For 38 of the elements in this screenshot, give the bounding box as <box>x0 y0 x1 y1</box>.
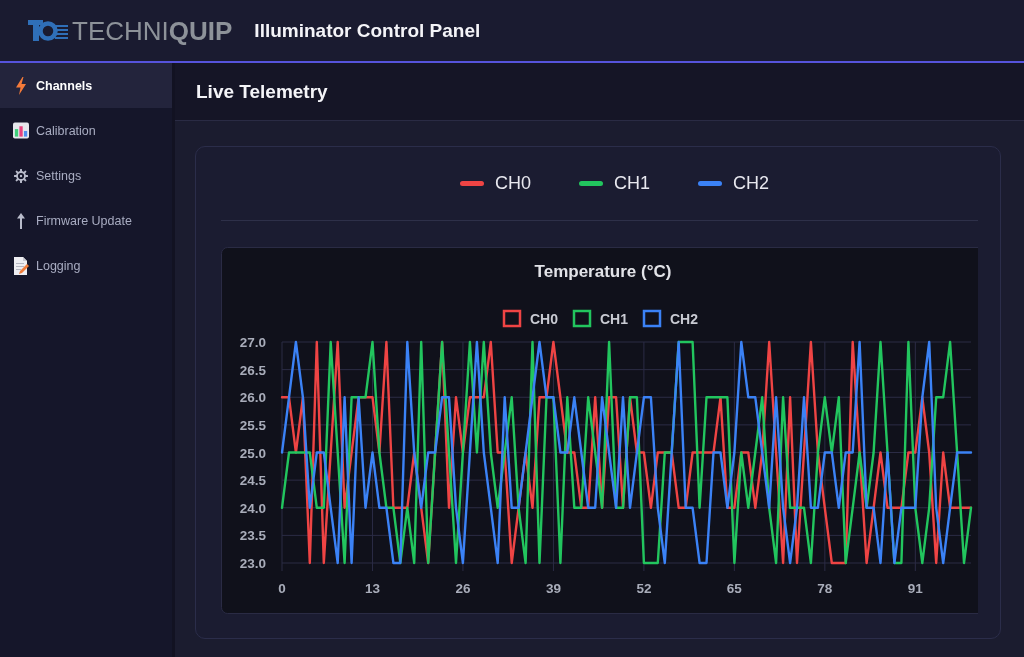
x-axis-label: 39 <box>545 581 561 596</box>
y-axis-label: 26.0 <box>239 390 266 406</box>
y-axis-label: 27.0 <box>239 335 266 350</box>
y-axis-label: 25.0 <box>239 445 266 461</box>
document-pencil-icon <box>13 256 29 275</box>
sidebar-item[interactable]: Settings <box>0 153 172 198</box>
y-axis-label: 25.5 <box>239 417 266 433</box>
logo-icon <box>28 18 68 43</box>
y-axis-label: 24.0 <box>239 500 266 516</box>
legend-label: CH0 <box>494 172 531 194</box>
x-axis-label: 0 <box>278 581 286 596</box>
y-axis-label: 23.0 <box>239 556 266 571</box>
y-axis-label: 26.5 <box>239 362 266 378</box>
legend-label: CH1 <box>600 311 628 327</box>
x-axis-label: 65 <box>726 581 742 596</box>
legend-label: CH2 <box>733 172 769 194</box>
sidebar-item[interactable]: Calibration <box>0 108 172 153</box>
bar-chart-icon <box>13 122 29 139</box>
x-axis-label: 52 <box>636 581 652 596</box>
legend-label: CH0 <box>530 311 558 327</box>
logo-text: TECHNIQUIP <box>72 17 233 44</box>
sidebar-item[interactable]: Logging <box>0 243 172 288</box>
chart-title: Temperature (°C) <box>534 262 672 281</box>
legend-label: CH2 <box>670 311 698 327</box>
page-title: Live Telemetry <box>196 80 328 103</box>
y-axis-label: 23.5 <box>239 528 266 544</box>
settings-icon <box>14 168 28 183</box>
sidebar-item[interactable]: Firmware Update <box>0 198 172 243</box>
x-axis-label: 26 <box>455 581 471 596</box>
x-axis-label: 91 <box>907 581 923 596</box>
y-axis-label: 24.5 <box>239 473 266 489</box>
legend-label: CH1 <box>614 172 650 194</box>
app-title: Illuminator Control Panel <box>254 19 481 42</box>
up-arrow-icon <box>17 212 25 229</box>
x-axis-label: 13 <box>364 581 380 596</box>
x-axis-label: 78 <box>817 581 833 596</box>
sidebar-item[interactable]: Channels <box>0 63 172 108</box>
lightning-icon <box>16 76 26 95</box>
